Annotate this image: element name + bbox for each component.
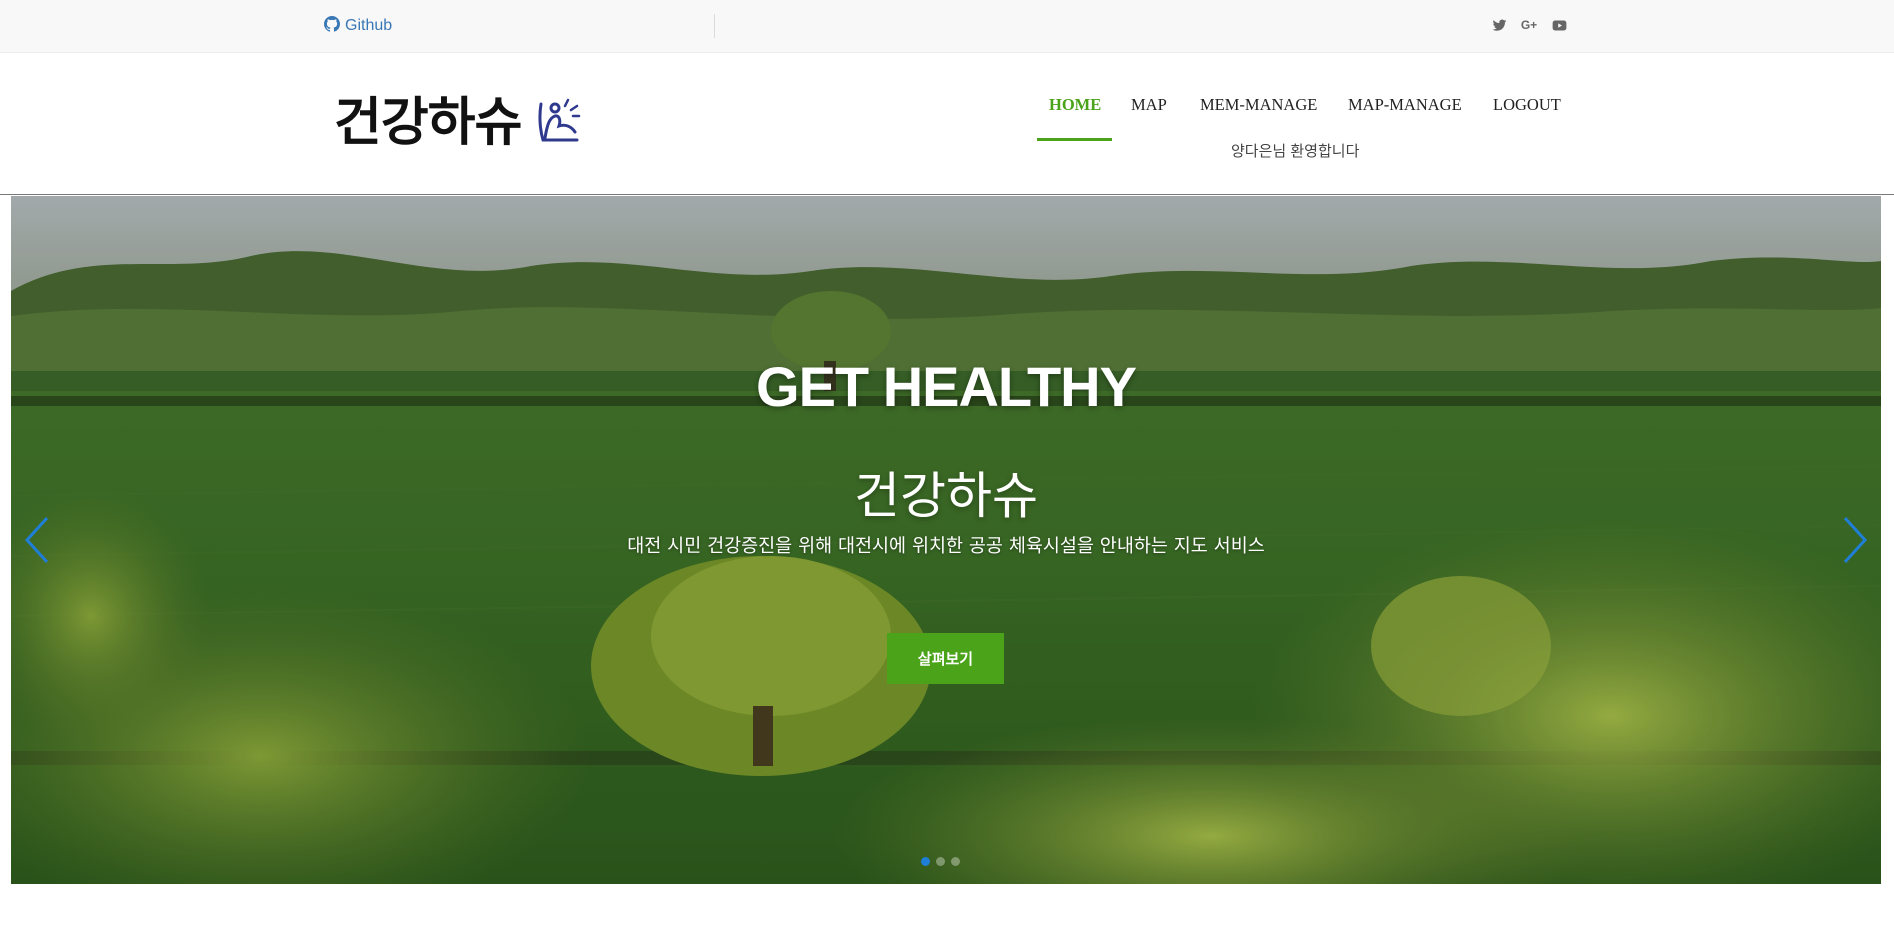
hero-title: GET HEALTHY — [756, 355, 1137, 418]
nav-active-indicator — [1037, 138, 1112, 141]
hero-carousel: GET HEALTHY 건강하슈 대전 시민 건강증진을 위해 대전시에 위치한… — [11, 196, 1881, 884]
hero-description: 대전 시민 건강증진을 위해 대전시에 위치한 공공 체육시설을 안내하는 지도… — [627, 536, 1265, 557]
nav-item-map-manage[interactable]: MAP-MANAGE — [1348, 93, 1462, 133]
carousel-indicators — [921, 857, 960, 866]
top-bar: Github G+ — [0, 0, 1894, 53]
google-plus-icon[interactable]: G+ — [1519, 16, 1539, 34]
carousel-next-button[interactable] — [1837, 514, 1873, 566]
nav-item-mem-manage[interactable]: MEM-MANAGE — [1200, 93, 1317, 133]
logo-text: 건강하슈 — [334, 93, 522, 153]
carousel-indicator[interactable] — [936, 857, 945, 866]
carousel-indicator[interactable] — [951, 857, 960, 866]
welcome-message: 양다은님 환영합니다 — [1231, 143, 1360, 160]
github-label: Github — [345, 17, 393, 34]
nav-item-home[interactable]: HOME — [1049, 93, 1101, 133]
nav-item-logout[interactable]: LOGOUT — [1493, 93, 1561, 133]
explore-button[interactable]: 살펴보기 — [887, 633, 1004, 684]
chevron-left-icon — [24, 516, 49, 564]
github-link[interactable]: Github — [324, 15, 392, 37]
chevron-right-icon — [1843, 516, 1868, 564]
google-plus-glyph: G+ — [1520, 18, 1538, 32]
carousel-prev-button[interactable] — [19, 514, 55, 566]
exercise-logo-icon — [535, 96, 581, 150]
carousel-indicator[interactable] — [921, 857, 930, 866]
youtube-icon[interactable] — [1550, 16, 1568, 34]
github-icon — [324, 15, 341, 37]
twitter-icon[interactable] — [1490, 16, 1508, 34]
site-logo[interactable]: 건강하슈 — [334, 92, 581, 154]
nav-item-map[interactable]: MAP — [1131, 93, 1167, 133]
site-header: 건강하슈 HOME MAP MEM-MANAGE MAP-MANAGE LOGO… — [0, 53, 1894, 195]
topbar-divider — [714, 14, 715, 38]
hero-subtitle: 건강하슈 — [854, 467, 1038, 525]
